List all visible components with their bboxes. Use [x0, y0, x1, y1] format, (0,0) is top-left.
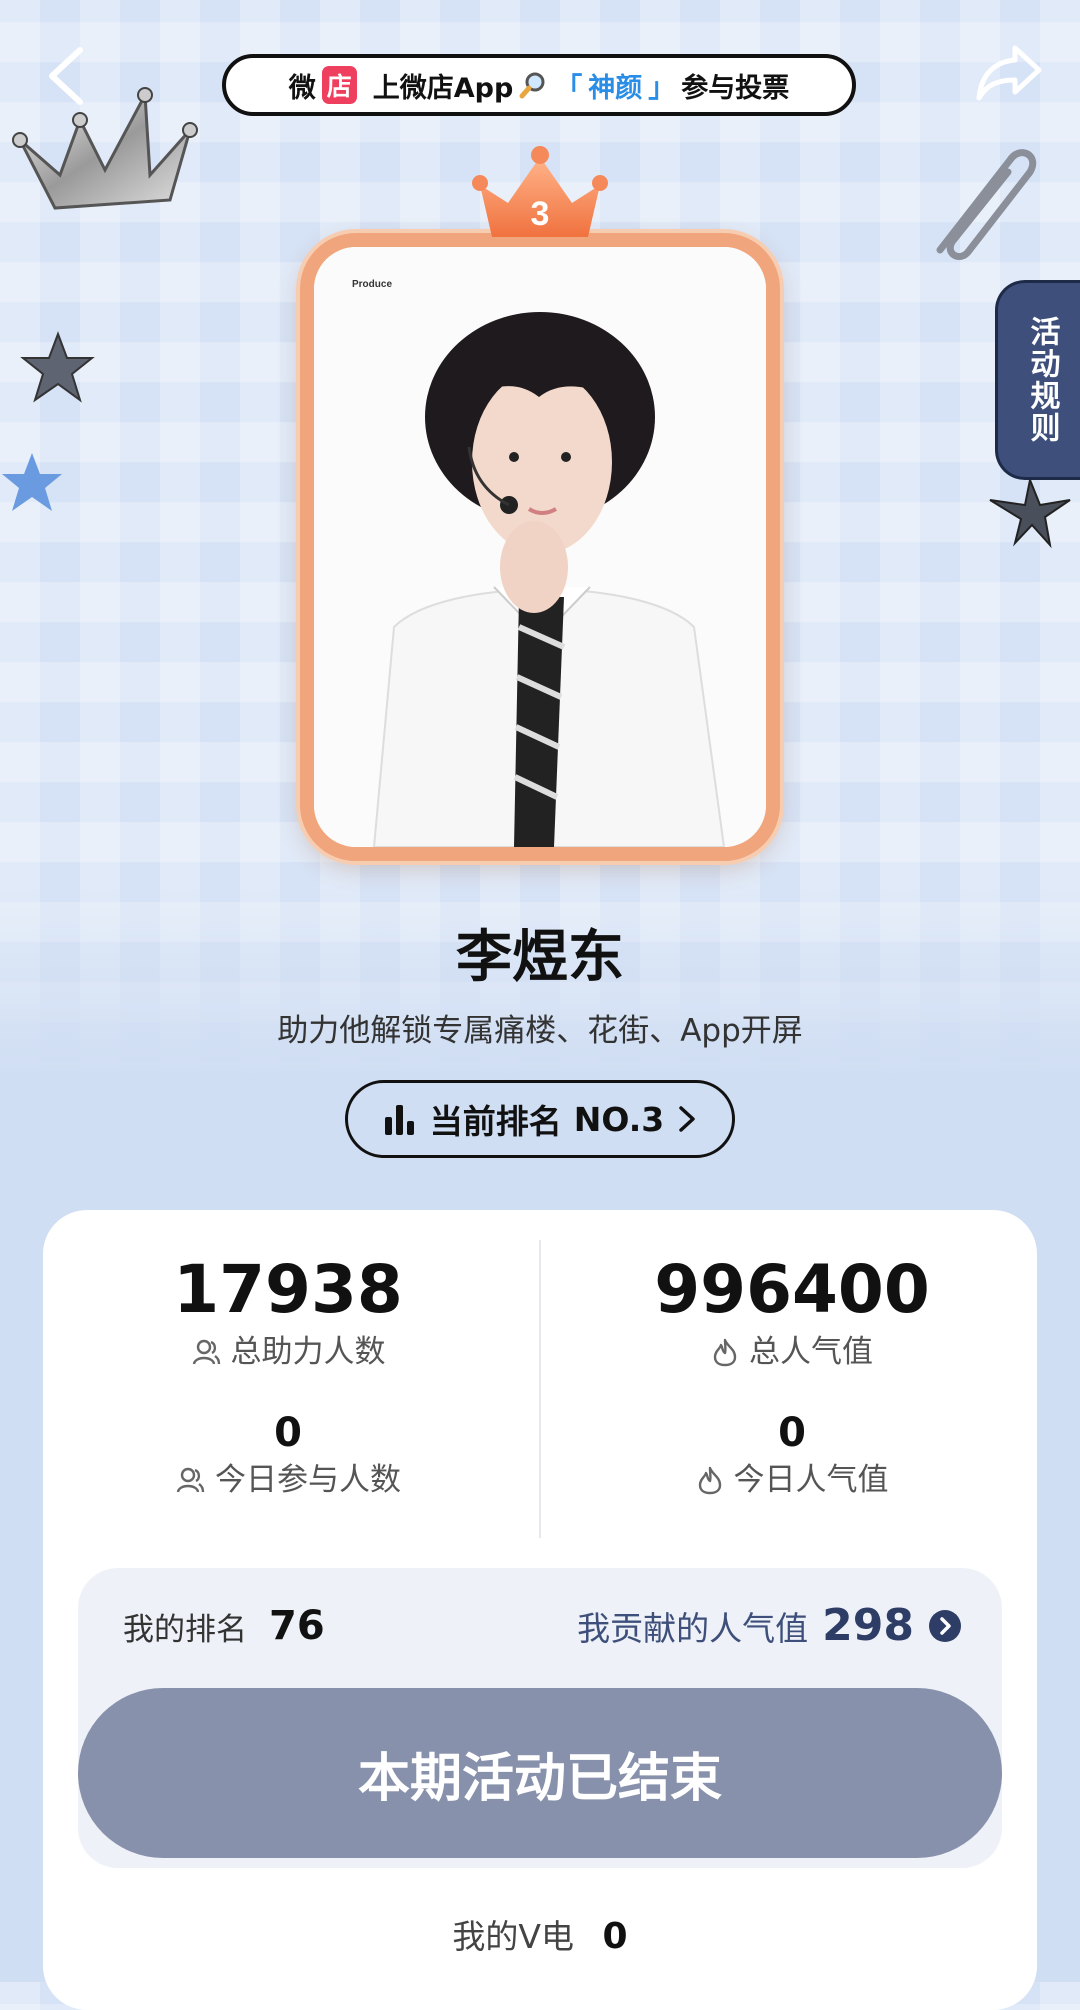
my-rank-label: 我的排名	[123, 1611, 247, 1648]
current-rank-label: 当前排名	[429, 1102, 562, 1141]
my-contribution-label: 我贡献的人气值	[577, 1608, 809, 1648]
banner-store-char: 微	[288, 72, 316, 104]
today-participants-label: 今日参与人数	[215, 1462, 401, 1498]
my-contribution-value: 298	[822, 1600, 914, 1651]
share-icon	[976, 45, 1042, 101]
total-supporters-label-row: 总助力人数	[43, 1330, 533, 1374]
banner-highlight: 神颜	[588, 72, 643, 104]
today-popularity-label: 今日人气值	[733, 1462, 889, 1498]
candidate-photo-frame: Produce	[300, 233, 780, 861]
current-rank-value: NO.3	[573, 1099, 665, 1139]
today-participants-value: 0	[274, 1410, 302, 1456]
total-supporters-label: 总助力人数	[230, 1334, 386, 1370]
user-icon	[176, 1467, 205, 1493]
my-vdian-label: 我的V电	[452, 1917, 574, 1956]
search-icon	[519, 72, 545, 99]
today-popularity-stat: 0 今日人气值	[547, 1408, 1037, 1502]
today-popularity-label-row: 今日人气值	[547, 1458, 1037, 1502]
total-popularity-label: 总人气值	[749, 1334, 873, 1370]
user-icon	[192, 1339, 220, 1365]
bar-chart-icon	[384, 1105, 414, 1135]
stats-card: 17938 总助力人数 996400 总人气值 0 今日参与人数 0 今日人气值…	[43, 1210, 1037, 2010]
my-rank: 我的排名 76	[123, 1603, 325, 1649]
candidate-subtitle: 助力他解锁专属痛楼、花街、App开屏	[277, 1013, 803, 1049]
banner-text-before: 上微店App	[372, 72, 514, 104]
today-participants-stat: 0 今日参与人数	[43, 1408, 533, 1502]
share-button[interactable]	[975, 42, 1045, 104]
banner-quote-close: 」	[648, 72, 676, 104]
doodle-star-icon	[20, 331, 95, 403]
activity-ended-button[interactable]: 本期活动已结束	[78, 1688, 1002, 1858]
activity-ended-label: 本期活动已结束	[357, 1748, 722, 1809]
total-supporters-stat: 17938 总助力人数	[43, 1250, 533, 1374]
app-promo-banner[interactable]: 微 店 上微店App 「 神颜 」 参与投票	[222, 54, 856, 116]
flame-icon	[713, 1338, 737, 1367]
total-supporters-value: 17938	[173, 1251, 403, 1328]
my-rank-value: 76	[269, 1603, 325, 1649]
blue-star-icon	[2, 453, 62, 511]
total-popularity-stat: 996400 总人气值	[547, 1250, 1037, 1374]
banner-store-badge: 店	[321, 66, 357, 104]
photo-caption: Produce	[352, 279, 392, 290]
doodle-star-right-icon	[989, 476, 1071, 549]
my-contribution-link[interactable]: 我贡献的人气值 298	[577, 1600, 962, 1651]
flame-icon	[698, 1466, 721, 1495]
current-rank-button[interactable]: 当前排名 NO.3	[345, 1080, 735, 1158]
candidate-photo: Produce	[314, 247, 766, 847]
chevron-right-icon	[679, 1106, 695, 1132]
portrait-illustration: Produce	[352, 279, 726, 847]
stats-divider	[539, 1240, 541, 1538]
total-popularity-value: 996400	[654, 1251, 930, 1328]
total-popularity-label-row: 总人气值	[547, 1330, 1037, 1374]
activity-rules-label: 活动规则	[1024, 316, 1060, 444]
chevron-right-circle-icon	[929, 1609, 961, 1642]
banner-quote-open: 「	[555, 72, 583, 104]
silver-crown-icon	[12, 87, 198, 210]
today-popularity-value: 0	[778, 1410, 806, 1456]
my-vdian: 我的V电 0	[43, 1910, 1037, 1958]
banner-text-after: 参与投票	[681, 72, 790, 104]
activity-rules-tab[interactable]: 活动规则	[995, 280, 1080, 480]
rank-crown-icon: 3	[472, 146, 608, 237]
candidate-name: 李煜东	[456, 925, 624, 990]
my-vdian-value: 0	[602, 1916, 628, 1957]
paperclip-icon	[936, 149, 1036, 260]
today-participants-label-row: 今日参与人数	[43, 1458, 533, 1502]
rank-crown-number: 3	[531, 195, 550, 233]
